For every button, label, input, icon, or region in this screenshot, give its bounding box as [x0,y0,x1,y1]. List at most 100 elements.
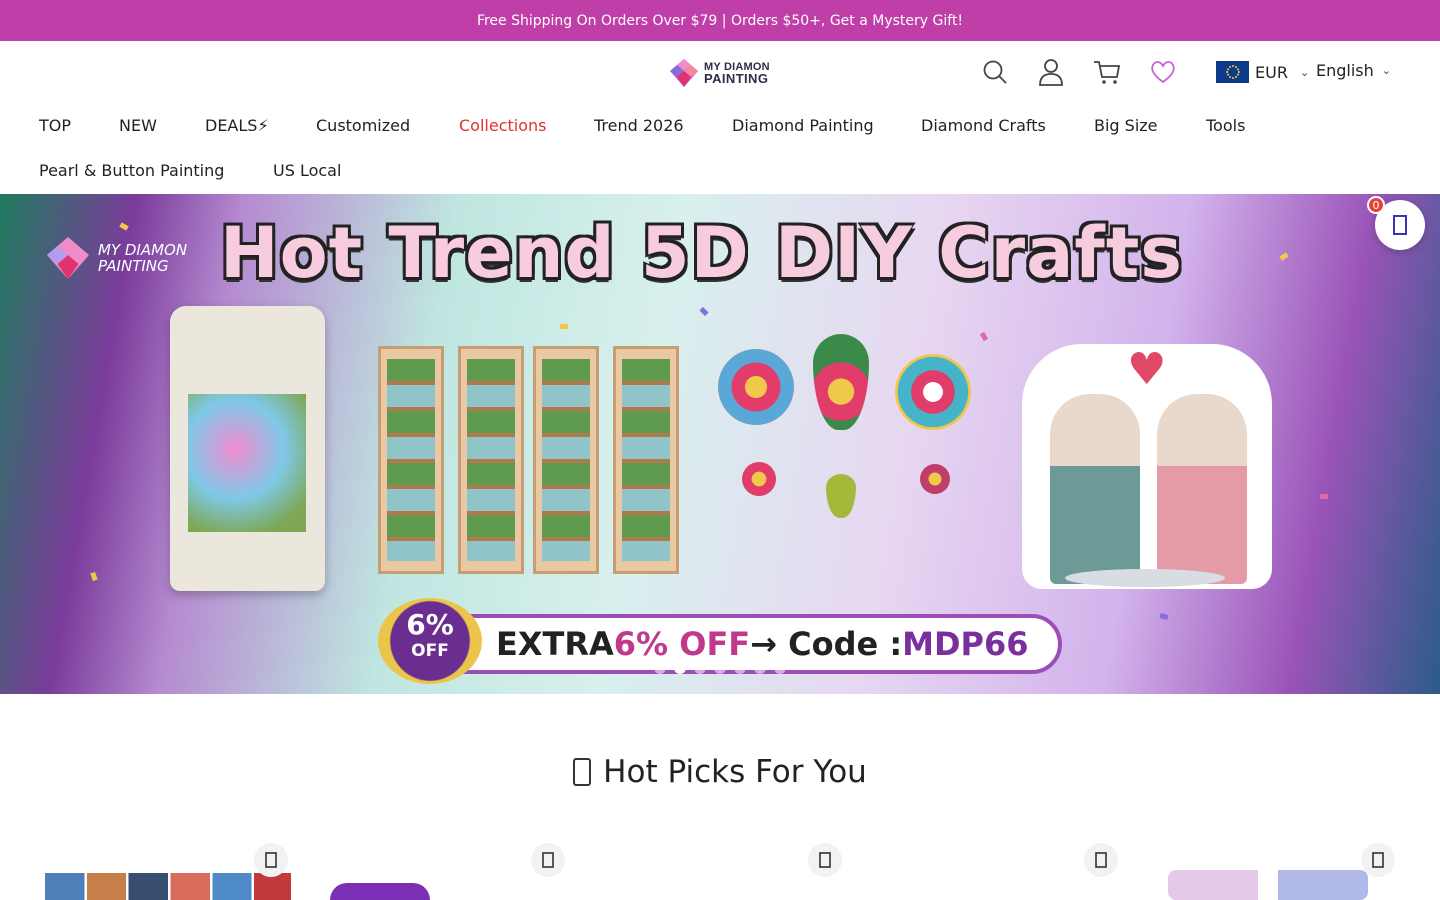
confetti [1159,613,1169,620]
favorite-icon [1095,852,1107,868]
product-favorite-button[interactable] [254,843,288,877]
wishlist-count-badge: 0 [1367,196,1385,214]
nav-item-pearl-button-painting[interactable]: Pearl & Button Painting [39,161,224,180]
announcement-text: Free Shipping On Orders Over $79 | Order… [476,12,964,29]
favorite-icon [1372,852,1384,868]
nav-item-new[interactable]: NEW [119,116,157,135]
carousel-dot[interactable] [694,662,706,674]
confetti [1320,494,1328,499]
logo-line-2: PAINTING [704,71,769,86]
nav-item-diamond-crafts[interactable]: Diamond Crafts [921,116,1046,135]
product-favorite-button[interactable] [531,843,565,877]
wishlist-float-icon [1393,215,1407,235]
hero-brand-logo: MY DIAMON PAINTING [44,234,187,282]
discount-badge: 6% OFF [378,598,482,684]
promo-extra: EXTRA [496,625,614,663]
grandpa-figure [1050,394,1140,584]
snowflake-ornament-image [920,464,950,494]
fire-icon [573,758,592,786]
favorite-icon [265,852,277,868]
search-icon [983,60,1007,84]
announcement-bar: Free Shipping On Orders Over $79 | Order… [0,0,1440,41]
product-favorite-button[interactable] [1361,843,1395,877]
product-thumbnail[interactable] [45,873,291,900]
elderly-couple-image: ♥ [1022,344,1272,589]
nav-item-trend-2026[interactable]: Trend 2026 [594,116,684,135]
heart-icon: ♥ [1127,344,1167,395]
promo-percent: 6% OFF [613,625,751,663]
confetti [560,324,568,329]
carousel-dot-active[interactable] [674,662,686,674]
nav-item-collections[interactable]: Collections [459,116,546,135]
discount-badge-off: OFF [411,641,449,661]
product-favorite-button[interactable] [1084,843,1118,877]
nav-item-us-local[interactable]: US Local [273,161,341,180]
chevron-down-icon: ⌄ [1299,65,1310,79]
nav-item-customized[interactable]: Customized [316,116,410,135]
promo-code: MDP66 [902,625,1029,663]
bookmark-image [533,346,599,574]
product-thumbnail[interactable] [330,883,430,900]
diamond-logo-icon [670,59,698,87]
nav-item-tools[interactable]: Tools [1206,116,1245,135]
bookmark-image [458,346,524,574]
acrylic-stand-base [1065,569,1225,587]
wishlist-heart-icon [1151,61,1175,84]
dragonfly-artwork [188,394,306,532]
promo-arrow: → Code : [750,625,903,663]
favorite-icon [542,852,554,868]
carousel-dot[interactable] [754,662,766,674]
confetti [1279,252,1289,261]
hero-banner[interactable]: MY DIAMON PAINTING Hot Trend 5D DIY Craf… [0,194,1440,694]
language-selector[interactable]: English ⌄ [1316,61,1391,80]
floating-wishlist-button[interactable]: 0 [1367,196,1425,250]
carousel-pagination [654,662,786,674]
snowflake-ornament-image [895,354,971,430]
mandala-ornament-image [718,349,794,425]
carousel-dot[interactable] [714,662,726,674]
carousel-dot[interactable] [654,662,666,674]
hot-picks-heading: Hot Picks For You [0,754,1440,790]
grandma-figure [1157,394,1247,584]
logo-wordmark: MY DIAMON PAINTING [704,62,770,86]
hot-picks-title: Hot Picks For You [603,754,867,790]
search-button[interactable] [980,57,1010,87]
nav-item-top[interactable]: TOP [39,116,71,135]
product-favorite-button[interactable] [808,843,842,877]
confetti [90,571,98,582]
nav-item-deals[interactable]: DEALS⚡ [205,116,269,135]
account-button[interactable] [1036,57,1066,87]
cart-icon [1094,61,1121,84]
confetti [979,331,989,342]
currency-selector[interactable]: EUR ⌄ [1216,61,1309,83]
bookmark-image [378,346,444,574]
confetti [119,222,129,231]
hero-brand-line-1: MY DIAMON [98,241,188,259]
main-navigation: TOP NEW DEALS⚡ Customized Collections Tr… [0,103,1440,194]
nav-item-diamond-painting[interactable]: Diamond Painting [732,116,874,135]
carousel-dot[interactable] [734,662,746,674]
bookmark-image [613,346,679,574]
hero-brand-line-2: PAINTING [98,257,169,275]
confetti [699,306,709,317]
chevron-down-icon: ⌄ [1381,64,1391,77]
teardrop-ornament-image [813,334,869,430]
teardrop-ornament-image [826,474,856,518]
hero-title: Hot Trend 5D DIY Crafts [220,212,1183,294]
discount-badge-percent: 6% [406,608,454,641]
nav-item-big-size[interactable]: Big Size [1094,116,1158,135]
product-thumbnail[interactable] [1168,870,1368,900]
account-icon [1039,59,1063,86]
wishlist-button[interactable] [1148,57,1178,87]
language-label: English [1316,61,1374,80]
favorite-icon [819,852,831,868]
cart-button[interactable] [1092,57,1122,87]
mandala-ornament-image [742,462,776,496]
site-header: MY DIAMON PAINTING EUR ⌄ English ⌄ [0,41,1440,103]
eu-flag-icon [1216,61,1249,83]
site-logo[interactable]: MY DIAMON PAINTING [668,57,770,89]
diamond-logo-icon [47,237,89,279]
product-bag-image [170,306,325,591]
currency-label: EUR [1255,62,1288,82]
carousel-dot[interactable] [774,662,786,674]
